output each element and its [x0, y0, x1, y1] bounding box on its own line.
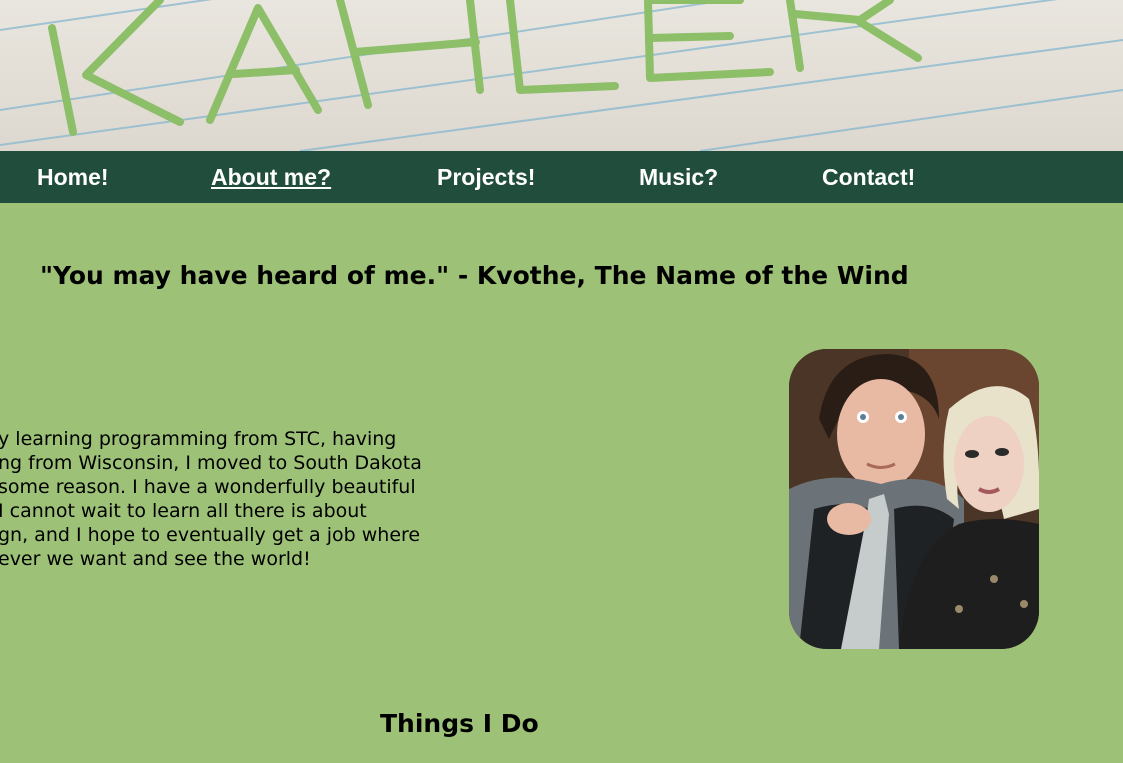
- profile-photo: [789, 349, 1039, 649]
- about-paragraph: y learning programming from STC, having …: [0, 427, 468, 577]
- things-i-do-heading: Things I Do: [380, 709, 539, 738]
- logo-image: [0, 0, 1123, 151]
- about-line: ever we want and see the world!: [0, 548, 311, 570]
- nav-about-link[interactable]: About me?: [211, 163, 331, 191]
- main-nav: Home! About me? Projects! Music? Contact…: [0, 151, 1123, 203]
- about-line: I cannot wait to learn all there is abou…: [0, 500, 367, 522]
- header-banner: [0, 0, 1123, 151]
- about-line: gn, and I hope to eventually get a job w…: [0, 524, 421, 546]
- quote-heading: "You may have heard of me." - Kvothe, Th…: [40, 261, 909, 290]
- nav-music-link[interactable]: Music?: [639, 163, 718, 191]
- nav-home-link[interactable]: Home!: [37, 163, 109, 191]
- nav-projects-link[interactable]: Projects!: [437, 163, 535, 191]
- nav-contact-link[interactable]: Contact!: [822, 163, 915, 191]
- about-line: some reason. I have a wonderfully beauti…: [0, 476, 416, 498]
- about-line: y learning programming from STC, having: [0, 428, 397, 450]
- about-line: ng from Wisconsin, I moved to South Dako…: [0, 452, 422, 474]
